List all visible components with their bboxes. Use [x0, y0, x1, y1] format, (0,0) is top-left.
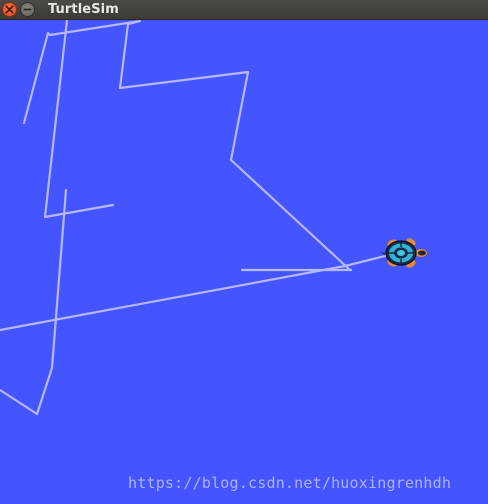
trail-segment-lower — [0, 188, 68, 416]
trail-segment-left — [43, 20, 115, 219]
trail-segment-upper — [22, 20, 352, 272]
title-bar[interactable]: TurtleSim — [0, 0, 488, 20]
close-button[interactable] — [2, 2, 17, 17]
minimize-icon — [23, 8, 32, 11]
turtlesim-window: TurtleSim https://blog.csdn.net/huoxingr… — [0, 0, 488, 504]
turtle-canvas[interactable]: https://blog.csdn.net/huoxingrenhdh — [0, 20, 488, 504]
turtle-icon — [380, 238, 427, 268]
watermark-url: https://blog.csdn.net/huoxingrenhdh — [128, 474, 452, 492]
window-title: TurtleSim — [48, 2, 119, 17]
close-icon — [5, 5, 14, 14]
minimize-button[interactable] — [20, 2, 35, 17]
